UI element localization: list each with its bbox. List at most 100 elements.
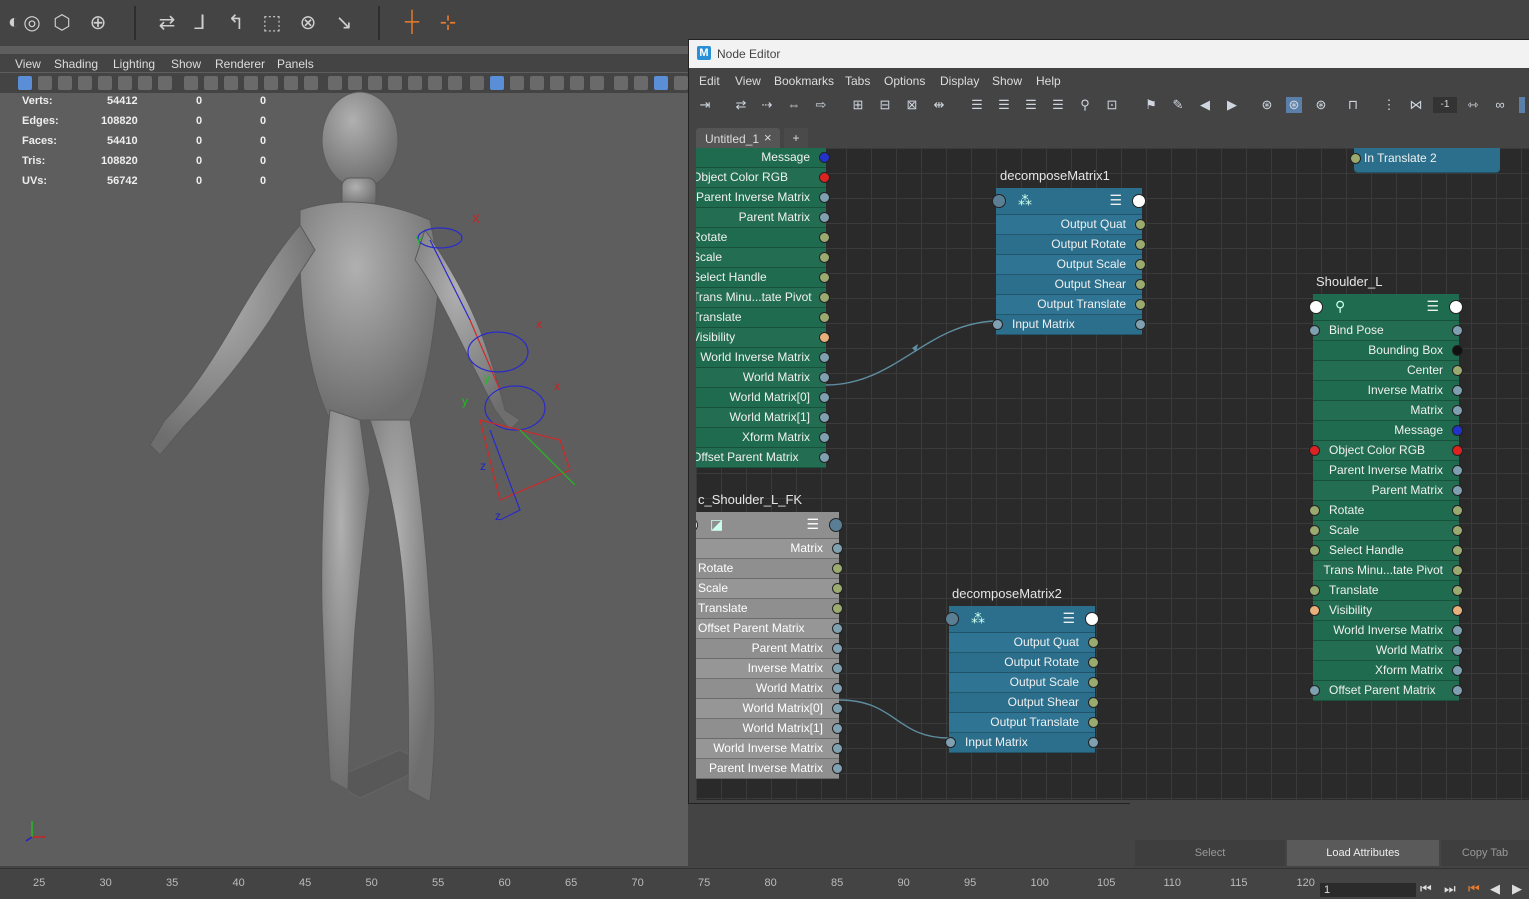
lights-icon[interactable] xyxy=(428,76,442,90)
node-output-port[interactable] xyxy=(1085,612,1099,626)
attribute-output-port[interactable] xyxy=(1088,677,1099,688)
menu-options[interactable]: Options xyxy=(884,74,925,88)
node-attribute-row[interactable]: World Inverse Matrix xyxy=(1313,621,1463,641)
paint-icon[interactable]: ⊗ xyxy=(294,8,322,36)
transform-icon[interactable]: ⊕ xyxy=(84,8,112,36)
node-attribute-row[interactable]: Select Handle xyxy=(1309,541,1463,561)
node-attribute-row[interactable]: Rotate xyxy=(696,228,830,248)
attribute-output-port[interactable] xyxy=(819,172,830,183)
collapse-icon[interactable]: ◀ xyxy=(1197,97,1213,113)
node-output-port[interactable] xyxy=(829,518,843,532)
node-attribute-row[interactable]: Message xyxy=(696,148,830,168)
node-attribute-row[interactable]: Output Scale xyxy=(949,673,1099,693)
node-attribute-row[interactable]: Matrix xyxy=(696,539,843,559)
custom-mode-icon[interactable]: ☰ xyxy=(1050,97,1066,113)
node-attribute-row[interactable]: World Matrix[1] xyxy=(696,719,843,739)
node-attribute-row[interactable]: Output Rotate xyxy=(996,235,1146,255)
node-attribute-row[interactable]: Translate xyxy=(696,308,830,328)
menu-show[interactable]: Show xyxy=(992,74,1022,88)
viewport-menu-show[interactable]: Show xyxy=(171,57,201,71)
node-attribute-row[interactable]: Visibility xyxy=(696,328,830,348)
grid-toggle-icon[interactable]: ⋈ xyxy=(1408,97,1424,113)
edge-handle[interactable] xyxy=(1519,97,1525,113)
node-editor-window[interactable]: M Node Editor Edit View Bookmarks Tabs O… xyxy=(688,39,1529,804)
attribute-output-port[interactable] xyxy=(1135,299,1146,310)
primitives-icon[interactable]: ◎ xyxy=(18,8,46,36)
expand-icon[interactable]: ▶ xyxy=(1224,97,1240,113)
motion-blur-icon[interactable] xyxy=(570,76,584,90)
attribute-input-port[interactable] xyxy=(1309,605,1320,616)
attribute-output-port[interactable] xyxy=(1088,717,1099,728)
attribute-output-port[interactable] xyxy=(819,192,830,203)
node-attribute-row[interactable]: Rotate xyxy=(696,559,843,579)
node-input-port[interactable] xyxy=(945,612,959,626)
attribute-output-port[interactable] xyxy=(1088,697,1099,708)
attribute-output-port[interactable] xyxy=(1452,665,1463,676)
attribute-input-port[interactable] xyxy=(1309,585,1320,596)
current-frame-field[interactable]: 1 xyxy=(1320,883,1416,897)
attribute-output-port[interactable] xyxy=(819,412,830,423)
attribute-input-port[interactable] xyxy=(1309,525,1320,536)
node-attribute-row[interactable]: Offset Parent Matrix xyxy=(696,448,830,468)
attribute-output-port[interactable] xyxy=(1452,385,1463,396)
node-attribute-row[interactable]: World Matrix xyxy=(696,679,843,699)
frame-all-icon[interactable]: ⊞ xyxy=(850,97,866,113)
node-menu-icon[interactable]: ☰ xyxy=(1109,192,1122,209)
both-connections-icon[interactable]: ⇔ xyxy=(786,97,802,113)
attribute-output-port[interactable] xyxy=(832,723,843,734)
attribute-output-port[interactable] xyxy=(1452,425,1463,436)
joint-icon[interactable]: ⅃ xyxy=(186,8,214,36)
edit-icon[interactable]: ✎ xyxy=(1170,97,1186,113)
node-attribute-row[interactable]: World Matrix xyxy=(696,368,830,388)
smooth-shade-icon[interactable] xyxy=(368,76,382,90)
node-attribute-row[interactable]: Translate xyxy=(696,599,843,619)
attribute-output-port[interactable] xyxy=(819,352,830,363)
attribute-output-port[interactable] xyxy=(832,563,843,574)
attribute-output-port[interactable] xyxy=(832,663,843,674)
transform-node-upper[interactable]: Message Object Color RGB Parent Inverse Ma… xyxy=(696,148,830,468)
attribute-input-port[interactable] xyxy=(1309,685,1320,696)
step-back-icon[interactable]: ⏭ xyxy=(1444,881,1456,897)
node-attribute-row[interactable]: World Inverse Matrix xyxy=(696,348,830,368)
graph-icon[interactable]: ⊛ xyxy=(1259,97,1275,113)
node-attribute-row[interactable]: Center xyxy=(1313,361,1463,381)
attribute-output-port[interactable] xyxy=(1452,585,1463,596)
node-attribute-row[interactable]: Trans Minu...tate Pivot xyxy=(1313,561,1463,581)
attribute-output-port[interactable] xyxy=(1452,685,1463,696)
decompose-matrix-2-node[interactable]: ⁂ ☰ Output Quat Output Rotate Output Scale Ou… xyxy=(945,606,1099,753)
safe-action-icon[interactable] xyxy=(264,76,278,90)
ik-icon[interactable]: ↰ xyxy=(222,8,250,36)
attribute-output-port[interactable] xyxy=(819,332,830,343)
play-backwards-icon[interactable]: ◀ xyxy=(1490,881,1500,897)
node-menu-icon[interactable]: ☰ xyxy=(806,516,819,533)
node-attribute-row[interactable]: Xform Matrix xyxy=(696,428,830,448)
grid-snap-icon[interactable]: ⋮ xyxy=(1381,97,1397,113)
safe-title-icon[interactable] xyxy=(284,76,298,90)
in-translate-port[interactable] xyxy=(1350,153,1361,164)
node-attribute-row[interactable]: World Matrix[1] xyxy=(696,408,830,428)
attribute-output-port[interactable] xyxy=(1452,405,1463,416)
node-attribute-row[interactable]: Matrix xyxy=(1313,401,1463,421)
select-button[interactable]: Select xyxy=(1135,840,1285,866)
node-attribute-row[interactable]: World Matrix[0] xyxy=(696,699,843,719)
bind-icon[interactable]: ⬚ xyxy=(258,8,286,36)
attribute-output-port[interactable] xyxy=(1135,219,1146,230)
time-slider[interactable]: 25 30 35 40 45 50 55 60 65 70 75 80 85 90 95 100 105 110 1… xyxy=(0,868,1529,899)
attribute-output-port[interactable] xyxy=(819,252,830,263)
attribute-output-port[interactable] xyxy=(832,623,843,634)
node-attribute-row[interactable]: Parent Inverse Matrix xyxy=(696,759,843,779)
attribute-output-port[interactable] xyxy=(1135,239,1146,250)
attribute-output-port[interactable] xyxy=(819,392,830,403)
gamma-icon[interactable] xyxy=(654,76,668,90)
snapshot-icon[interactable] xyxy=(138,76,152,90)
axis-marker-icon[interactable]: ⊹ xyxy=(434,8,462,36)
attribute-input-port[interactable] xyxy=(992,319,1003,330)
tab-close-icon[interactable]: × xyxy=(764,130,772,145)
ctrl-shoulder-node[interactable]: ◪ ☰ Matrix Rotate Scale Translate Offset Paren… xyxy=(696,512,843,779)
viewport-menu-shading[interactable]: Shading xyxy=(54,57,98,71)
attribute-output-port[interactable] xyxy=(819,432,830,443)
attribute-output-port[interactable] xyxy=(1452,505,1463,516)
attribute-output-port[interactable] xyxy=(1452,645,1463,656)
graph-active-icon[interactable]: ⊛ xyxy=(1286,97,1302,113)
xray-active-icon[interactable] xyxy=(530,76,544,90)
